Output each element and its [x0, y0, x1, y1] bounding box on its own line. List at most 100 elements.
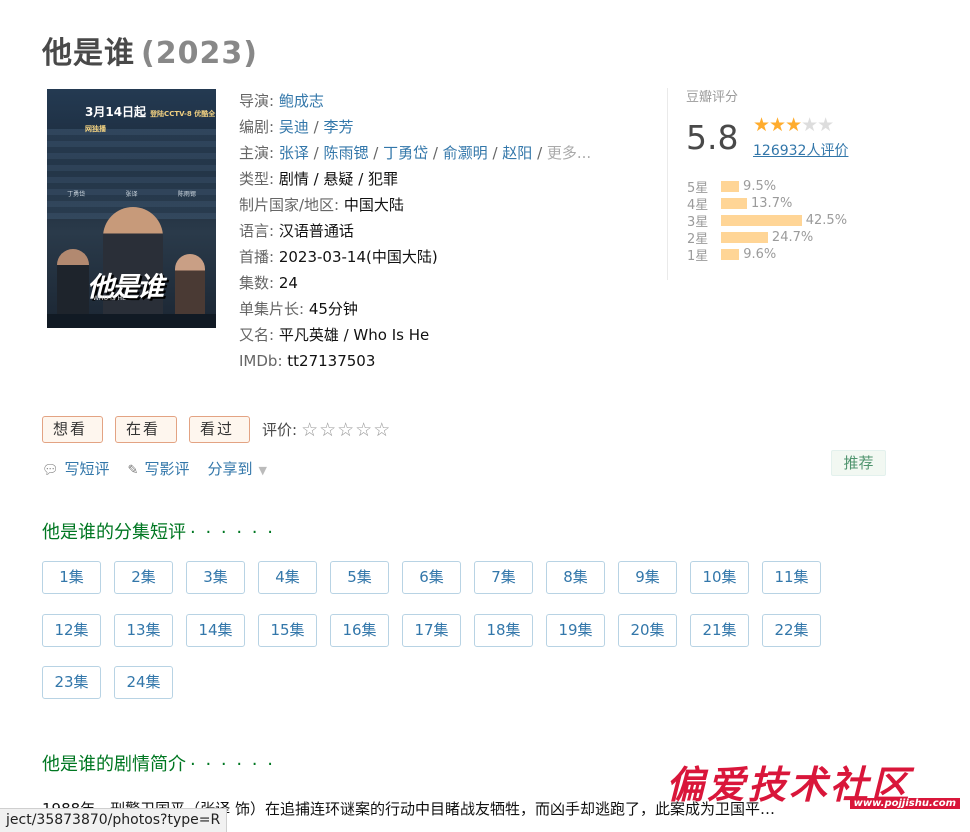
title-year: (2023) — [141, 36, 258, 71]
episode-button[interactable]: 8集 — [546, 561, 605, 594]
cast-more-link[interactable]: 更多... — [547, 144, 591, 162]
info-value: 汉语普通话 — [278, 222, 354, 240]
share-label: 分享到 — [207, 460, 253, 478]
rating-dist-row: 3星 42.5% — [687, 212, 848, 230]
episode-button[interactable]: 21集 — [690, 613, 749, 647]
summary-title-text: 他是谁的剧情简介 — [42, 754, 186, 775]
episode-button[interactable]: 14集 — [186, 613, 245, 647]
info-label: 语言: — [239, 222, 275, 240]
info-label: 集数: — [239, 274, 275, 292]
info-label: 单集片长: — [239, 300, 305, 318]
info-genre: 类型: 剧情 / 悬疑 / 犯罪 — [239, 166, 591, 192]
rating-stars: ★★★★★ — [753, 114, 834, 136]
episode-button[interactable]: 1集 — [42, 561, 101, 594]
watched-button[interactable]: 看过 — [189, 416, 250, 443]
cast-link[interactable]: 陈雨锶 — [323, 144, 368, 162]
cast-link[interactable]: 丁勇岱 — [383, 144, 428, 162]
info-language: 语言: 汉语普通话 — [239, 218, 591, 244]
divider — [667, 88, 668, 280]
info-value: 平凡英雄 / Who Is He — [278, 326, 430, 344]
rating-dist-row: 5星 9.5% — [687, 178, 847, 196]
rating-distribution: 5星 9.5% 4星 13.7% 3星 42.5% 2星 24.7% 1星 9.6% — [687, 178, 848, 264]
info-label: 主演: — [239, 144, 275, 162]
info-value: 2023-03-14(中国大陆) — [278, 248, 438, 266]
writer-link[interactable]: 吴迪 — [279, 118, 309, 136]
poster-name: 张译 — [125, 191, 138, 198]
episode-button[interactable]: 18集 — [474, 613, 533, 647]
episode-button[interactable]: 9集 — [618, 561, 677, 594]
info-label: 首播: — [239, 248, 275, 266]
recommend-button[interactable]: 推荐 — [831, 450, 886, 476]
episode-button[interactable]: 2集 — [114, 561, 173, 594]
page-title: 他是谁 (2023) — [42, 28, 258, 72]
episode-button[interactable]: 12集 — [42, 613, 101, 647]
info-value: 24 — [278, 274, 298, 292]
episode-button[interactable]: 13集 — [114, 613, 173, 647]
info-value: 剧情 / 悬疑 / 犯罪 — [278, 170, 399, 188]
episode-button[interactable]: 19集 — [546, 613, 605, 647]
poster-image[interactable]: 3月14日起 登陆CCTV-8 优酷全网独播 丁勇岱 张译 陈雨锶 他是谁 WHO… — [47, 89, 216, 328]
episode-button[interactable]: 17集 — [402, 613, 461, 647]
write-short-review-label: 写短评 — [64, 460, 110, 478]
writer-link[interactable]: 李芳 — [323, 118, 353, 136]
episode-button[interactable]: 4集 — [258, 561, 317, 594]
episode-button[interactable]: 20集 — [618, 613, 677, 647]
poster-subtitle: WHO IS HE — [93, 295, 126, 302]
share-dropdown[interactable]: 分享到 ▼ — [207, 458, 266, 479]
rating-dist-pct: 42.5% — [805, 213, 848, 228]
cast-link[interactable]: 赵阳 — [502, 144, 532, 162]
rating-label: 豆瓣评分 — [686, 90, 739, 105]
episode-button[interactable]: 5集 — [330, 561, 389, 594]
cast-link[interactable]: 俞灏明 — [443, 144, 488, 162]
rating-dist-row: 4星 13.7% — [687, 195, 847, 213]
info-country: 制片国家/地区: 中国大陆 — [239, 192, 591, 218]
rating-dist-pct: 9.6% — [743, 247, 777, 262]
action-links: 💬︎ 写短评 ✎ 写影评 分享到 ▼ — [42, 458, 285, 479]
episode-button[interactable]: 11集 — [762, 561, 821, 594]
watermark-url: www.pojjishu.com — [849, 798, 960, 809]
info-aka: 又名: 平凡英雄 / Who Is He — [239, 322, 591, 348]
comment-icon: 💬︎ — [42, 463, 59, 478]
info-value: 中国大陆 — [343, 196, 404, 214]
episode-button[interactable]: 10集 — [690, 561, 749, 594]
rating-dist-label: 1星 — [687, 249, 709, 264]
star-empty-icon: ★★ — [801, 114, 834, 136]
rating-votes-link[interactable]: 126932人评价 — [753, 140, 848, 160]
caret-down-icon: ▼ — [258, 464, 267, 477]
poster-bottom-strip — [47, 314, 216, 328]
episodes-title-text: 他是谁的分集短评 — [42, 522, 186, 543]
pencil-icon: ✎ — [127, 463, 139, 478]
watching-button[interactable]: 在看 — [115, 416, 177, 443]
episode-button[interactable]: 24集 — [114, 666, 173, 699]
cast-link[interactable]: 张译 — [279, 144, 309, 162]
episode-button[interactable]: 23集 — [42, 666, 101, 699]
write-short-review-link[interactable]: 💬︎ 写短评 — [42, 458, 110, 479]
rating-dist-bar — [721, 198, 748, 209]
episode-button[interactable]: 16集 — [330, 613, 389, 647]
rating-score: 5.8 — [686, 118, 739, 157]
episode-button[interactable]: 15集 — [258, 613, 317, 647]
info-label: IMDb: — [239, 352, 283, 370]
write-review-label: 写影评 — [144, 460, 190, 478]
episode-button[interactable]: 7集 — [474, 561, 533, 594]
info-premiere: 首播: 2023-03-14(中国大陆) — [239, 244, 591, 270]
episode-button[interactable]: 22集 — [762, 613, 821, 647]
rating-dist-pct: 24.7% — [771, 230, 814, 245]
poster-name: 陈雨锶 — [177, 191, 196, 198]
write-review-link[interactable]: ✎ 写影评 — [128, 458, 190, 479]
rate-stars[interactable]: ☆☆☆☆☆ — [301, 419, 391, 441]
info-value: 45分钟 — [308, 300, 358, 318]
info-cast: 主演: 张译 / 陈雨锶 / 丁勇岱 / 俞灏明 / 赵阳 / 更多... — [239, 144, 592, 162]
info-writer: 编剧: 吴迪 / 李芳 — [239, 118, 354, 136]
info-director: 导演: 鲍成志 — [239, 88, 591, 114]
episodes-title-dots[interactable]: · · · · · · — [190, 522, 275, 543]
want-to-watch-button[interactable]: 想看 — [42, 416, 103, 443]
episode-button[interactable]: 6集 — [402, 561, 461, 594]
episode-button[interactable]: 3集 — [186, 561, 245, 594]
rating-dist-bar — [721, 232, 768, 243]
summary-title-dots[interactable]: · · · · · · — [190, 754, 275, 775]
rating-dist-pct: 13.7% — [751, 196, 793, 211]
rating-panel: 豆瓣评分 5.8 ★★★★★ 126932人评价 — [686, 86, 848, 159]
director-link[interactable]: 鲍成志 — [279, 92, 324, 110]
rate-label: 评价: — [262, 421, 298, 439]
